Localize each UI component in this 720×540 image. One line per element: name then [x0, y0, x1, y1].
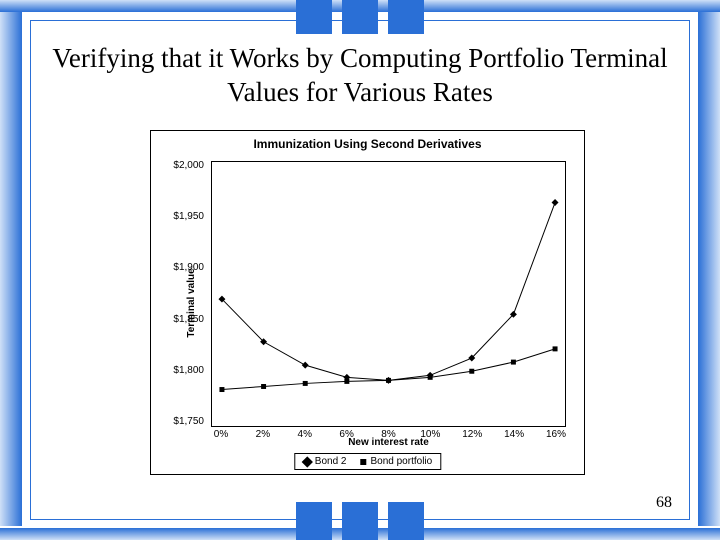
- x-tick-label: 2%: [248, 429, 278, 440]
- slide: Verifying that it Works by Computing Por…: [0, 0, 720, 540]
- chart-svg: [212, 162, 565, 426]
- y-tick-label: $1,950: [154, 211, 204, 222]
- x-tick-label: 10%: [415, 429, 445, 440]
- page-number: 68: [656, 494, 672, 512]
- x-tick-label: 8%: [374, 429, 404, 440]
- square-icon: [360, 459, 366, 465]
- slide-title: Verifying that it Works by Computing Por…: [40, 42, 680, 110]
- x-tick-label: 12%: [457, 429, 487, 440]
- x-tick-label: 14%: [499, 429, 529, 440]
- y-axis-label: Terminal value: [186, 268, 197, 337]
- tab-decoration: [296, 0, 332, 34]
- legend-label: Bond portfolio: [370, 456, 432, 467]
- chart-container: Immunization Using Second Derivatives Te…: [150, 130, 585, 475]
- tab-decoration: [388, 0, 424, 34]
- x-tick-label: 0%: [206, 429, 236, 440]
- legend-label: Bond 2: [315, 456, 347, 467]
- chart-title: Immunization Using Second Derivatives: [151, 137, 584, 151]
- y-tick-label: $1,800: [154, 365, 204, 376]
- top-tabs: [296, 0, 424, 34]
- tab-decoration: [296, 502, 332, 540]
- legend-item-portfolio: Bond portfolio: [360, 456, 432, 467]
- diamond-icon: [301, 456, 312, 467]
- y-tick-label: $1,850: [154, 314, 204, 325]
- legend: Bond 2 Bond portfolio: [294, 453, 441, 470]
- x-tick-label: 4%: [290, 429, 320, 440]
- plot-area: [211, 161, 566, 427]
- border-left: [0, 12, 22, 526]
- tab-decoration: [342, 0, 378, 34]
- tab-decoration: [388, 502, 424, 540]
- tab-decoration: [342, 502, 378, 540]
- bottom-tabs: [296, 502, 424, 540]
- y-tick-label: $2,000: [154, 160, 204, 171]
- legend-item-bond2: Bond 2: [303, 456, 347, 467]
- border-right: [698, 12, 720, 526]
- y-tick-label: $1,750: [154, 416, 204, 427]
- x-tick-label: 6%: [332, 429, 362, 440]
- y-tick-label: $1,900: [154, 262, 204, 273]
- x-tick-label: 16%: [541, 429, 571, 440]
